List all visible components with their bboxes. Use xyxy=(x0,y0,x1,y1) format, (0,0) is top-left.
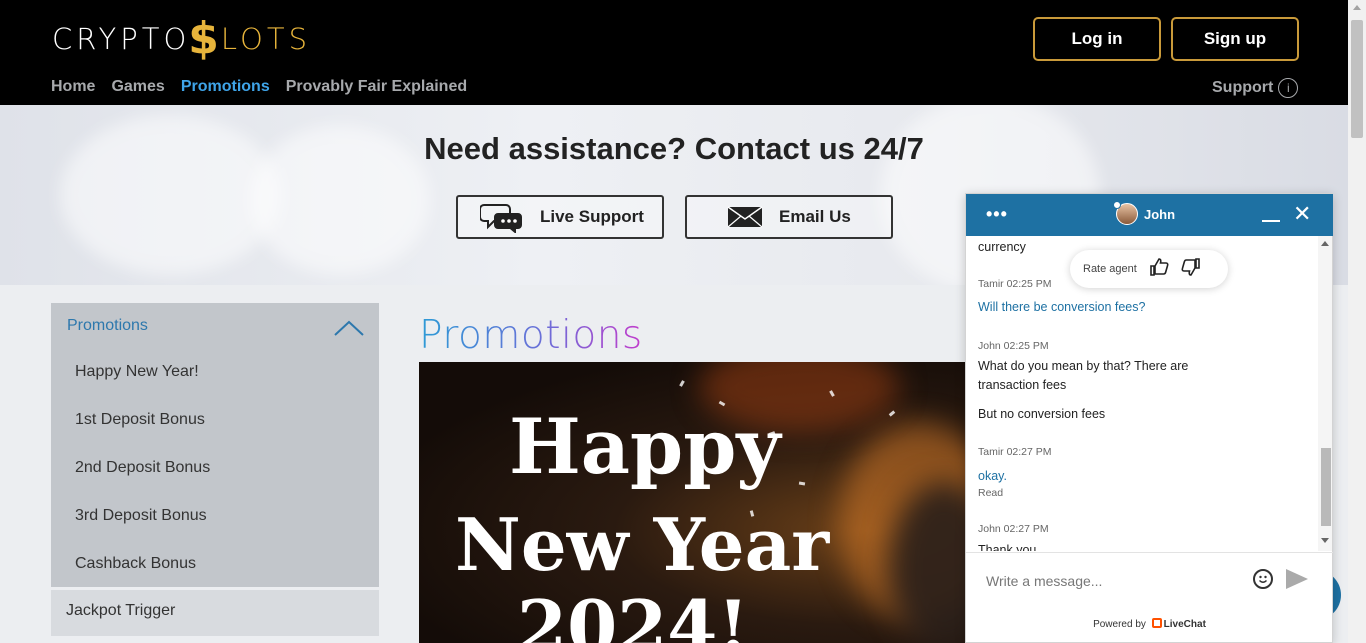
livechat-logo-icon xyxy=(1151,618,1162,628)
message-text: currency xyxy=(978,240,1026,254)
sidebar-item-1st-deposit[interactable]: 1st Deposit Bonus xyxy=(75,411,205,429)
support-label: Support xyxy=(1212,79,1274,96)
smiley-icon[interactable] xyxy=(1253,569,1273,589)
sidebar-item-3rd-deposit[interactable]: 3rd Deposit Bonus xyxy=(75,507,207,525)
sidebar-item-2nd-deposit[interactable]: 2nd Deposit Bonus xyxy=(75,459,210,477)
agent-status-dot xyxy=(1113,201,1121,209)
login-button[interactable]: Log in xyxy=(1033,17,1161,61)
email-us-button[interactable]: Email Us xyxy=(685,195,893,239)
sidebar-item-cashback[interactable]: Cashback Bonus xyxy=(75,555,196,573)
banner-line-new-year: New Year xyxy=(455,502,830,587)
rate-agent-label: Rate agent xyxy=(1083,263,1137,275)
main-nav: Home Games Promotions Provably Fair Expl… xyxy=(51,78,467,96)
close-icon[interactable]: ✕ xyxy=(1293,203,1311,225)
happy-new-year-banner[interactable]: Happy New Year 2024! xyxy=(419,362,979,643)
chat-scroll-down-icon[interactable] xyxy=(1321,538,1329,543)
sidebar-item-happy-new-year[interactable]: Happy New Year! xyxy=(75,363,199,381)
signup-button[interactable]: Sign up xyxy=(1171,17,1299,61)
chat-scrollbar[interactable] xyxy=(1318,236,1332,551)
banner-line-happy: Happy xyxy=(509,402,781,491)
agent-name: John xyxy=(1144,207,1176,222)
email-us-label: Email Us xyxy=(779,207,851,226)
nav-home[interactable]: Home xyxy=(51,78,95,96)
confetti xyxy=(679,380,685,387)
minimize-icon[interactable] xyxy=(1262,220,1280,222)
rate-agent-popover: Rate agent xyxy=(1070,250,1228,288)
hero-title: Need assistance? Contact us 24/7 xyxy=(424,131,924,166)
message-input[interactable]: Write a message... xyxy=(966,552,1333,612)
thumbs-up-icon[interactable] xyxy=(1149,257,1169,281)
powered-by-livechat[interactable]: Powered by LiveChat xyxy=(966,618,1333,630)
live-support-button[interactable]: Live Support xyxy=(456,195,664,239)
message-input-placeholder: Write a message... xyxy=(986,573,1103,589)
live-support-label: Live Support xyxy=(540,207,644,226)
message-meta: John 02:25 PM xyxy=(978,340,1049,352)
sidebar-heading[interactable]: Promotions xyxy=(67,317,148,335)
logo-text-crypto: CRYPTO xyxy=(52,22,191,56)
message-text: okay. xyxy=(978,469,1007,483)
message-meta: John 02:27 PM xyxy=(978,523,1049,535)
livechat-brand: LiveChat xyxy=(1163,619,1206,630)
info-icon: i xyxy=(1278,78,1299,98)
chat-messages[interactable]: currency Tamir 02:25 PM Will there be co… xyxy=(966,236,1333,551)
support-link[interactable]: Support i xyxy=(1212,78,1299,98)
nav-provably-fair[interactable]: Provably Fair Explained xyxy=(286,78,467,96)
message-meta: Tamir 02:25 PM xyxy=(978,278,1052,290)
sidebar-item-jackpot-trigger[interactable]: Jackpot Trigger xyxy=(51,590,379,636)
confetti xyxy=(888,410,896,417)
chat-scrollbar-thumb[interactable] xyxy=(1321,448,1331,526)
message-text: But no conversion fees xyxy=(978,407,1106,421)
dots-menu-icon[interactable]: ••• xyxy=(986,204,1008,225)
send-icon[interactable] xyxy=(1286,569,1308,589)
nav-promotions[interactable]: Promotions xyxy=(181,78,270,96)
envelope-icon xyxy=(727,206,763,228)
chevron-up-icon[interactable] xyxy=(333,319,365,337)
message-text: Will there be conversion fees? xyxy=(978,300,1146,314)
message-text: Thank you xyxy=(978,543,1037,551)
chat-bubbles-icon xyxy=(480,204,522,233)
logo-dollar: $ xyxy=(188,13,223,64)
thumbs-down-icon[interactable] xyxy=(1181,257,1201,281)
chat-header: ••• John ✕ xyxy=(966,194,1333,236)
scroll-up-arrow-icon[interactable] xyxy=(1353,5,1361,10)
message-text: What do you mean by that? There are tran… xyxy=(978,359,1189,392)
site-header: CRYPTO $ LOTS Log in Sign up Home Games … xyxy=(0,0,1348,105)
livechat-widget: ••• John ✕ currency Tamir 02:25 PM Will … xyxy=(965,193,1333,643)
logo-text-lots: LOTS xyxy=(220,22,311,56)
chat-scroll-up-icon[interactable] xyxy=(1321,241,1329,246)
message-read-status: Read xyxy=(978,487,1004,499)
banner-line-year: 2024! xyxy=(517,584,749,643)
page-scrollbar[interactable] xyxy=(1348,0,1366,643)
powered-by-label: Powered by xyxy=(1093,619,1146,630)
cryptoslots-logo[interactable]: CRYPTO $ LOTS xyxy=(52,14,311,64)
promotions-sidebar: Promotions Happy New Year! 1st Deposit B… xyxy=(51,303,379,587)
nav-games[interactable]: Games xyxy=(111,78,164,96)
confetti xyxy=(798,481,806,486)
page-title: Promotions xyxy=(419,313,643,358)
message-meta: Tamir 02:27 PM xyxy=(978,446,1052,458)
scrollbar-thumb[interactable] xyxy=(1351,20,1363,138)
